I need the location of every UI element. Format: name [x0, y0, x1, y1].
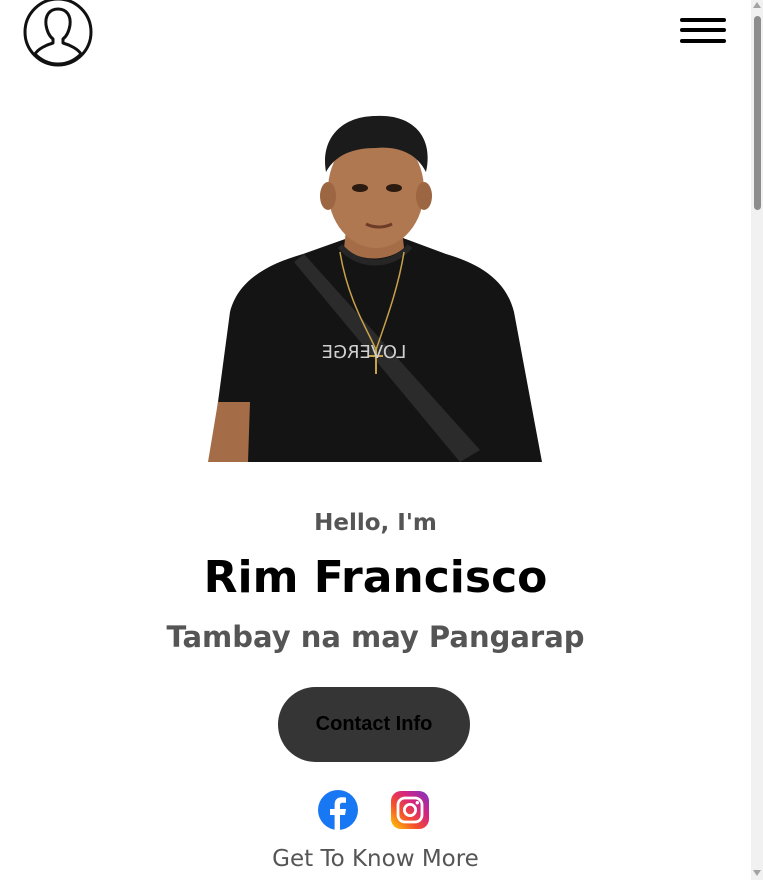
logo-user-silhouette-icon[interactable]	[22, 0, 94, 68]
hamburger-line	[680, 18, 726, 22]
instagram-icon[interactable]	[390, 790, 430, 830]
vertical-scrollbar[interactable]	[751, 0, 763, 880]
name-heading: Rim Francisco	[203, 552, 548, 603]
contact-info-button[interactable]: Contact Info	[278, 687, 470, 762]
scrollbar-thumb[interactable]	[754, 16, 761, 210]
get-to-know-more-link[interactable]: Get To Know More	[0, 846, 751, 872]
shirt-print: LOVERGE	[322, 342, 407, 363]
facebook-icon[interactable]	[318, 790, 358, 830]
tagline-text: Tambay na may Pangarap	[166, 620, 585, 654]
hamburger-line	[680, 39, 726, 43]
page: LOVERGE Hello, I'm Rim Francisco Tambay …	[0, 0, 751, 880]
hamburger-line	[680, 28, 726, 32]
scroll-down-arrow-icon[interactable]	[753, 870, 761, 876]
scroll-up-arrow-icon[interactable]	[753, 2, 761, 8]
hamburger-menu-icon[interactable]	[680, 18, 726, 48]
profile-photo: LOVERGE	[208, 112, 542, 462]
greeting-text: Hello, I'm	[314, 510, 437, 536]
